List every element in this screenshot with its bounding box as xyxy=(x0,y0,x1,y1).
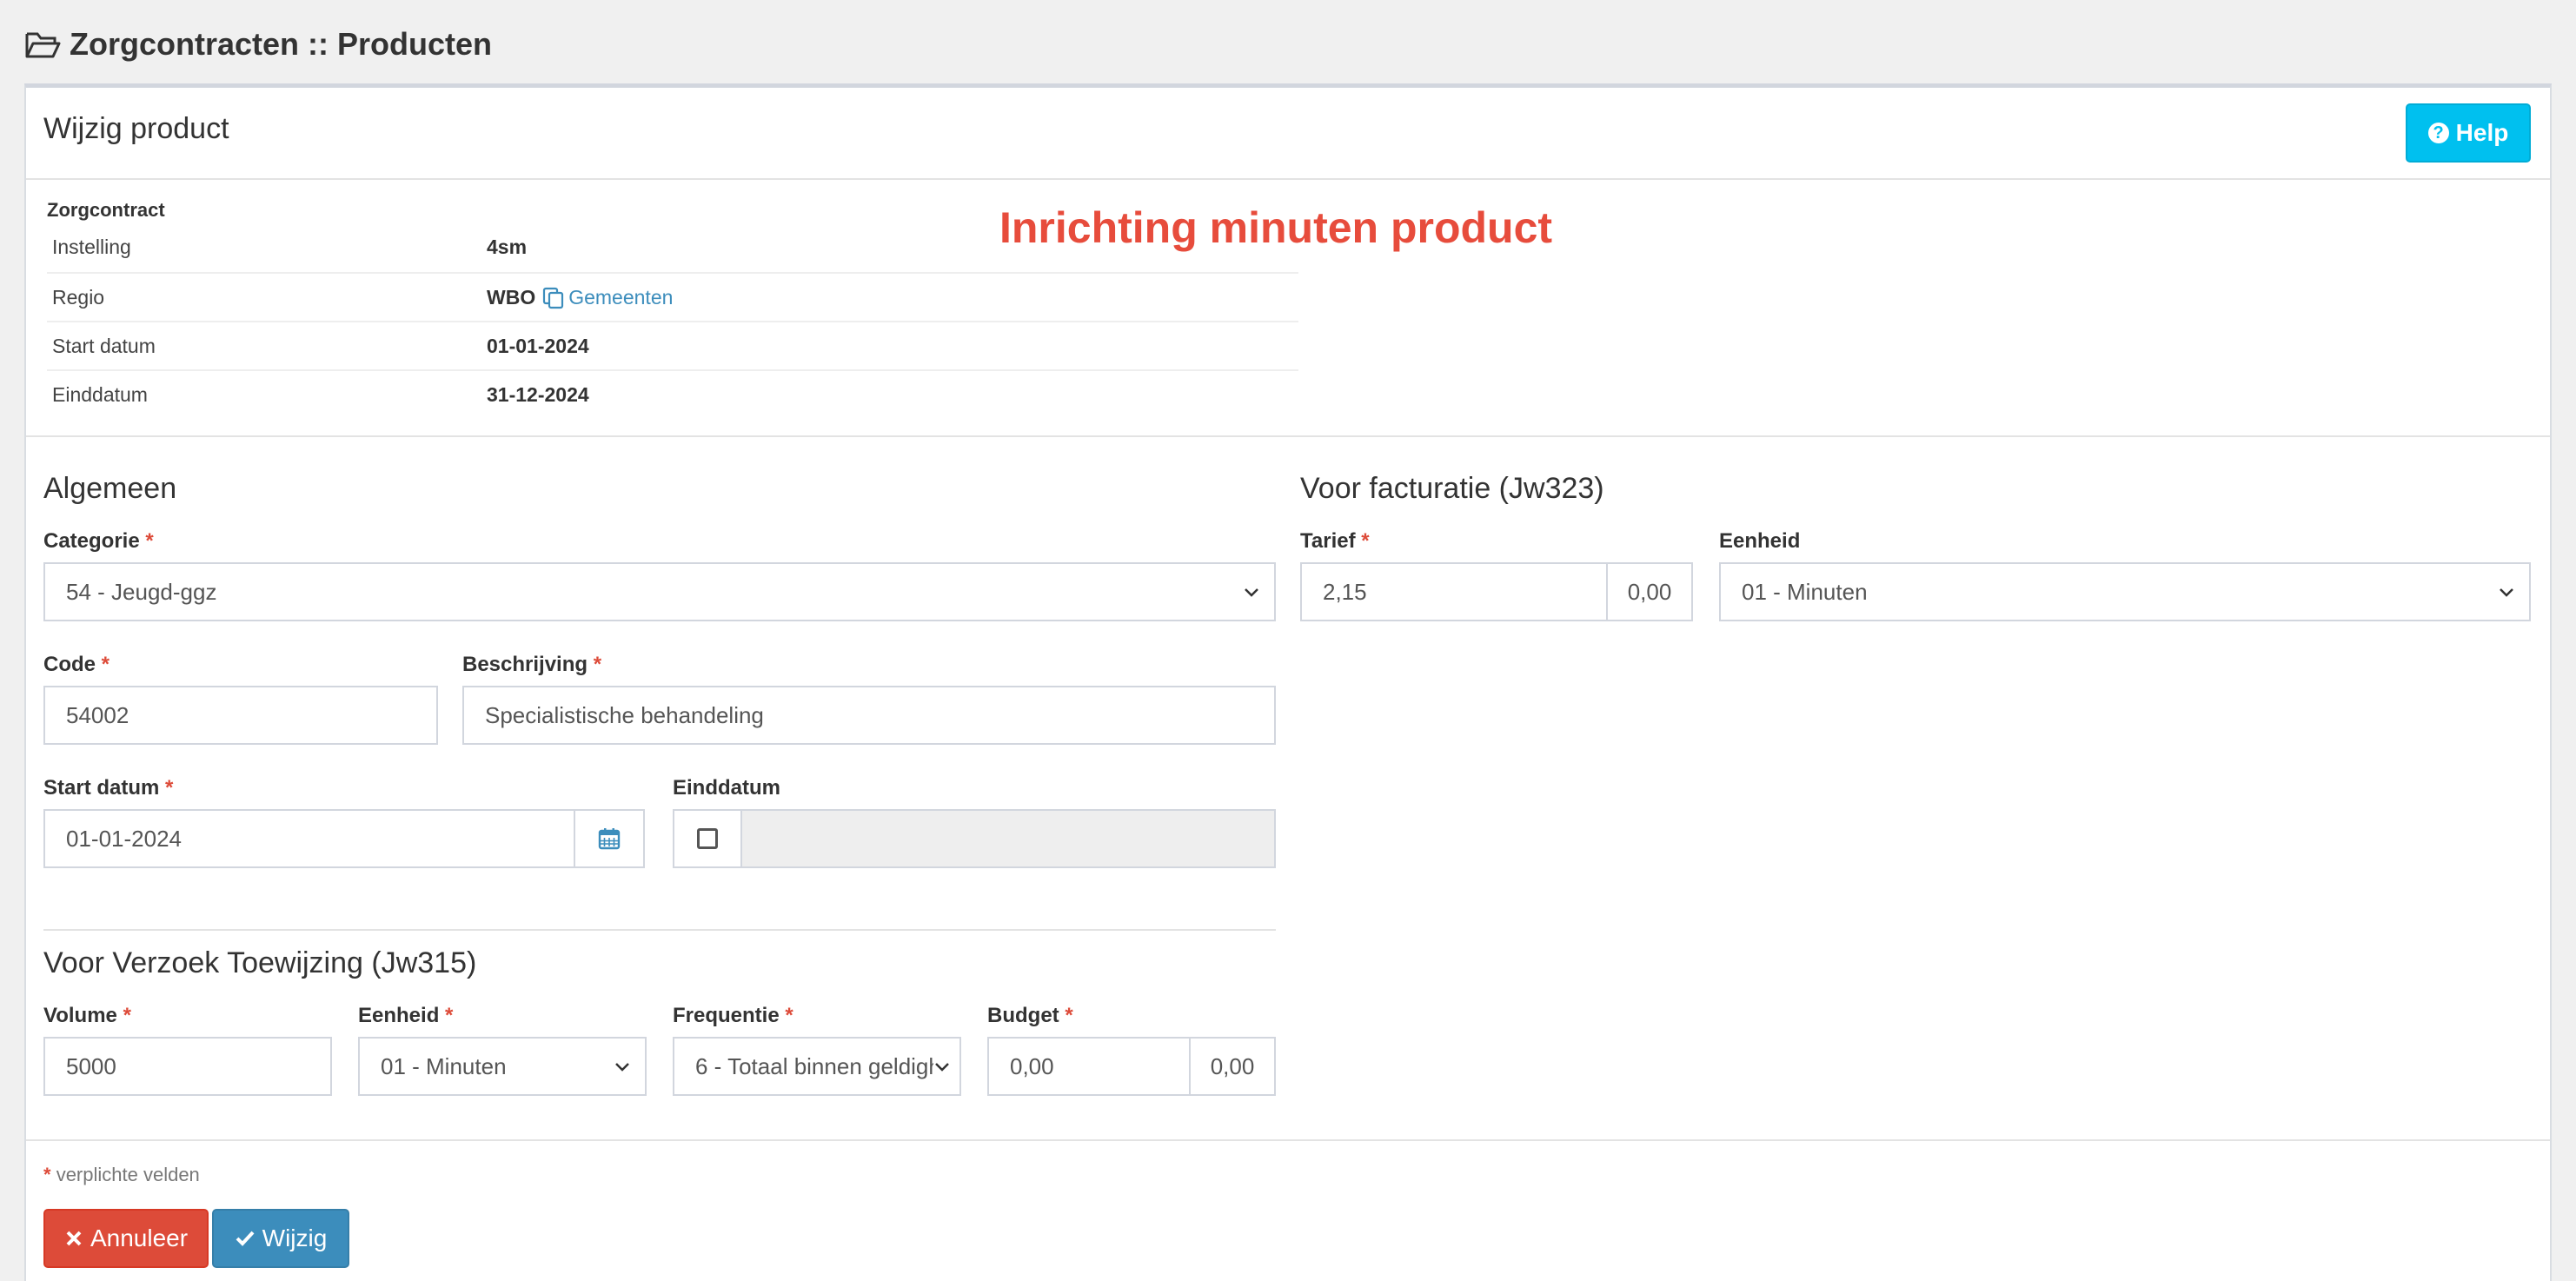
info-label: Start datum xyxy=(52,335,156,357)
divider xyxy=(26,435,2550,437)
start-datum-input[interactable]: 01-01-2024 xyxy=(43,809,575,868)
info-value: 4sm xyxy=(487,236,528,258)
edit-product-panel: Wijzig product ? Help Inrichting minuten… xyxy=(24,83,2552,1281)
calendar-icon xyxy=(598,828,621,850)
tarief-input[interactable]: 2,15 xyxy=(1300,562,1608,621)
tarief-label: Tarief * xyxy=(1300,529,1370,553)
divider xyxy=(43,929,1276,931)
page-title: Zorgcontracten :: Producten xyxy=(24,23,492,66)
frequentie-label: Frequentie * xyxy=(673,1004,793,1027)
start-datum-label: Start datum * xyxy=(43,776,174,800)
info-label: Einddatum xyxy=(52,383,148,406)
categorie-label: Categorie * xyxy=(43,529,154,553)
check-icon xyxy=(236,1231,255,1246)
categorie-select[interactable]: 54 - Jeugd-ggz xyxy=(43,562,1276,621)
info-row-regio: Regio WBO Gemeenten xyxy=(47,272,1298,321)
volume-label: Volume * xyxy=(43,1004,131,1027)
section-title-toewijzing: Voor Verzoek Toewijzing (Jw315) xyxy=(43,946,477,979)
chevron-down-icon xyxy=(1245,588,1258,597)
frequentie-select[interactable]: 6 - Totaal binnen geldigheidsduur toewij… xyxy=(673,1037,961,1096)
section-title-algemeen: Algemeen xyxy=(43,472,177,505)
info-value-regio: WBO Gemeenten xyxy=(487,286,673,309)
einddatum-toggle[interactable] xyxy=(673,809,742,868)
cancel-button[interactable]: Annuleer xyxy=(43,1209,209,1268)
info-label: Regio xyxy=(52,286,105,309)
info-label: Instelling xyxy=(52,236,131,258)
info-value: 01-01-2024 xyxy=(487,335,589,357)
times-icon xyxy=(66,1231,82,1246)
copy-icon xyxy=(543,287,564,309)
page-title-text: Zorgcontracten :: Producten xyxy=(70,26,493,62)
toewijzing-eenheid-label: Eenheid * xyxy=(358,1004,454,1027)
einddatum-label: Einddatum xyxy=(673,776,780,800)
beschrijving-label: Beschrijving * xyxy=(462,653,602,676)
toewijzing-eenheid-select[interactable]: 01 - Minuten xyxy=(358,1037,647,1096)
info-row-start-datum: Start datum 01-01-2024 xyxy=(47,321,1298,369)
info-row-instelling: Instelling 4sm xyxy=(47,223,1298,272)
submit-button[interactable]: Wijzig xyxy=(212,1209,349,1268)
help-button-label: Help xyxy=(2455,119,2509,146)
facturatie-eenheid-label: Eenheid xyxy=(1719,529,1801,553)
einddatum-input xyxy=(740,809,1276,868)
info-value: 31-12-2024 xyxy=(487,383,589,406)
einddatum-checkbox[interactable] xyxy=(697,828,718,849)
chevron-down-icon xyxy=(935,1063,949,1072)
facturatie-eenheid-select[interactable]: 01 - Minuten xyxy=(1719,562,2531,621)
divider xyxy=(26,1139,2550,1141)
section-title-facturatie: Voor facturatie (Jw323) xyxy=(1300,472,1604,505)
budget-addon: 0,00 xyxy=(1189,1037,1276,1096)
panel-title: Wijzig product xyxy=(43,112,229,145)
info-row-einddatum: Einddatum 31-12-2024 xyxy=(47,369,1298,418)
beschrijving-input[interactable]: Specialistische behandeling xyxy=(462,686,1276,745)
question-circle-icon: ? xyxy=(2427,123,2449,143)
gemeenten-link[interactable]: Gemeenten xyxy=(542,286,673,309)
help-button[interactable]: ? Help xyxy=(2406,103,2531,163)
code-label: Code * xyxy=(43,653,110,676)
submit-button-label: Wijzig xyxy=(262,1225,328,1251)
folder-open-icon xyxy=(25,32,61,58)
code-input[interactable]: 54002 xyxy=(43,686,438,745)
zorgcontract-heading: Zorgcontract xyxy=(47,199,165,221)
volume-input[interactable]: 5000 xyxy=(43,1037,332,1096)
budget-label: Budget * xyxy=(987,1004,1073,1027)
gemeenten-link-label: Gemeenten xyxy=(568,286,674,309)
chevron-down-icon xyxy=(2500,588,2513,597)
budget-input[interactable]: 0,00 xyxy=(987,1037,1191,1096)
panel-header: Wijzig product ? Help xyxy=(26,88,2550,180)
start-datum-calendar-button[interactable] xyxy=(574,809,645,868)
regio-value: WBO xyxy=(487,286,536,309)
cancel-button-label: Annuleer xyxy=(90,1225,189,1251)
tarief-addon: 0,00 xyxy=(1606,562,1693,621)
required-note: * verplichte velden xyxy=(43,1164,200,1185)
chevron-down-icon xyxy=(615,1063,629,1072)
